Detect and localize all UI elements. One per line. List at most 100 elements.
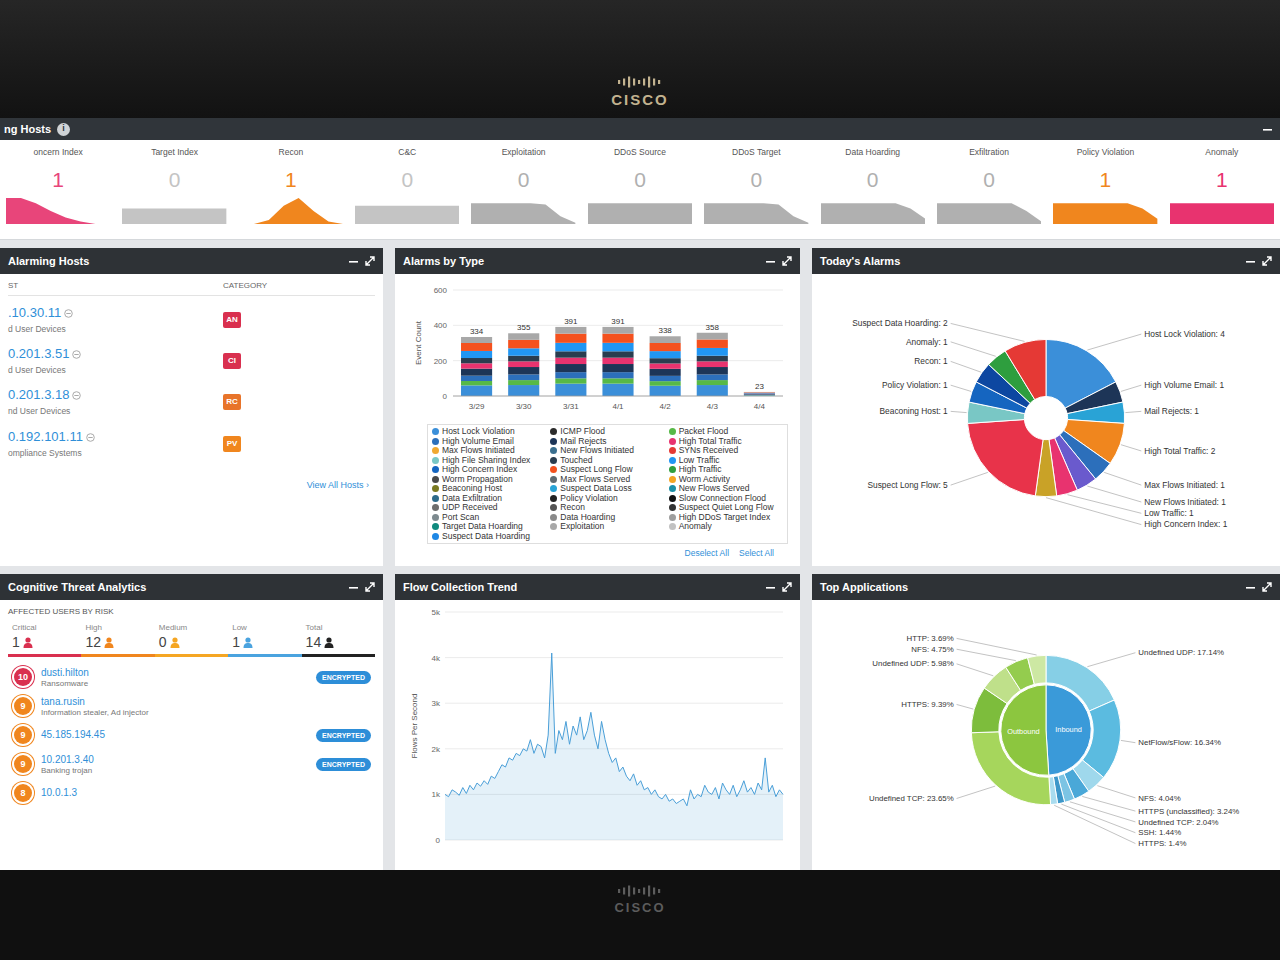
chart-slice[interactable]	[1028, 655, 1046, 684]
expand-icon[interactable]	[1262, 256, 1272, 266]
column-header[interactable]: ST	[8, 280, 223, 292]
minimize-icon[interactable]	[1263, 125, 1272, 134]
bar-segment[interactable]	[461, 369, 492, 376]
remove-icon[interactable]	[72, 350, 81, 359]
legend-item[interactable]: Exploitation	[550, 522, 664, 532]
bar-segment[interactable]	[650, 363, 681, 368]
bar-segment[interactable]	[650, 369, 681, 376]
metric-card[interactable]: Policy Violation1	[1047, 140, 1163, 239]
bar-segment[interactable]	[461, 376, 492, 381]
bar-segment[interactable]	[508, 361, 539, 367]
legend-item[interactable]: Slow Connection Flood	[669, 494, 783, 504]
chart-slice[interactable]	[971, 732, 1050, 805]
legend-item[interactable]: High Concern Index	[432, 465, 546, 475]
host-link[interactable]: 0.201.3.51	[8, 347, 69, 362]
bar-segment[interactable]	[602, 384, 633, 396]
bar-segment[interactable]	[602, 358, 633, 364]
legend-item[interactable]: UDP Received	[432, 503, 546, 513]
bar-segment[interactable]	[650, 381, 681, 386]
metric-card[interactable]: oncern Index1	[0, 140, 116, 239]
risk-stat[interactable]: Total14	[302, 622, 375, 657]
bar-segment[interactable]	[602, 334, 633, 343]
bar-segment[interactable]	[602, 343, 633, 351]
bar-segment[interactable]	[555, 327, 586, 334]
user-row[interactable]: 910.201.3.40Banking trojanENCRYPTED	[8, 750, 375, 779]
legend-item[interactable]: Mail Rejects	[550, 437, 664, 447]
legend-item[interactable]: Packet Flood	[669, 427, 783, 437]
risk-stat[interactable]: High12	[81, 622, 154, 657]
bar-segment[interactable]	[650, 343, 681, 351]
host-link[interactable]: 0.192.101.11	[8, 430, 83, 445]
bar-segment[interactable]	[461, 358, 492, 363]
bar-segment[interactable]	[555, 364, 586, 372]
legend-item[interactable]: Max Flows Initiated	[432, 446, 546, 456]
minimize-icon[interactable]	[349, 583, 358, 592]
bar-segment[interactable]	[555, 372, 586, 378]
bar-segment[interactable]	[650, 358, 681, 363]
metric-card[interactable]: C&C0	[349, 140, 465, 239]
risk-stat[interactable]: Medium0	[155, 622, 228, 657]
bar-segment[interactable]	[555, 343, 586, 351]
metric-card[interactable]: Anomaly1	[1164, 140, 1280, 239]
bar-segment[interactable]	[744, 393, 775, 394]
legend-item[interactable]: Target Data Hoarding	[432, 522, 546, 532]
bar-segment[interactable]	[555, 378, 586, 383]
bar-segment[interactable]	[555, 358, 586, 364]
legend-item[interactable]: Touched	[550, 456, 664, 466]
legend-item[interactable]: High DDoS Target Index	[669, 513, 783, 523]
bar-segment[interactable]	[555, 351, 586, 357]
bar-segment[interactable]	[461, 351, 492, 358]
user-row[interactable]: 10dusti.hiltonRansomwareENCRYPTED	[8, 663, 375, 692]
bar-segment[interactable]	[508, 380, 539, 385]
bar-segment[interactable]	[697, 348, 728, 356]
bar-segment[interactable]	[697, 361, 728, 367]
bar-segment[interactable]	[697, 374, 728, 380]
legend-item[interactable]: New Flows Initiated	[550, 446, 664, 456]
bar-segment[interactable]	[461, 337, 492, 343]
bar-segment[interactable]	[744, 394, 775, 395]
minimize-icon[interactable]	[1246, 583, 1255, 592]
bar-segment[interactable]	[508, 356, 539, 362]
legend-item[interactable]: High Traffic	[669, 465, 783, 475]
bar-segment[interactable]	[508, 385, 539, 396]
view-all-hosts-link[interactable]: View All Hosts ›	[8, 479, 375, 493]
bar-segment[interactable]	[650, 351, 681, 358]
user-row[interactable]: 945.185.194.45ENCRYPTED	[8, 721, 375, 750]
chart-slice[interactable]	[1005, 339, 1046, 399]
bar-segment[interactable]	[697, 385, 728, 396]
bar-segment[interactable]	[508, 374, 539, 380]
legend-item[interactable]: Low Traffic	[669, 456, 783, 466]
bar-segment[interactable]	[650, 386, 681, 396]
info-icon[interactable]: i	[57, 123, 70, 136]
bar-segment[interactable]	[602, 372, 633, 378]
bar-segment[interactable]	[461, 381, 492, 385]
bar-segment[interactable]	[744, 392, 775, 394]
host-link[interactable]: 0.201.3.18	[8, 388, 69, 403]
bar-segment[interactable]	[602, 364, 633, 372]
legend-item[interactable]: High File Sharing Index	[432, 456, 546, 466]
legend-item[interactable]: Worm Propagation	[432, 475, 546, 485]
legend-item[interactable]: Suspect Long Flow	[550, 465, 664, 475]
bar-segment[interactable]	[555, 334, 586, 343]
metric-card[interactable]: Recon1	[233, 140, 349, 239]
bar-segment[interactable]	[602, 351, 633, 357]
legend-item[interactable]: Recon	[550, 503, 664, 513]
bar-segment[interactable]	[697, 380, 728, 385]
remove-icon[interactable]	[72, 391, 81, 400]
bar-segment[interactable]	[697, 356, 728, 362]
legend-item[interactable]: High Total Traffic	[669, 437, 783, 447]
metric-card[interactable]: DDoS Source0	[582, 140, 698, 239]
remove-icon[interactable]	[64, 309, 73, 318]
bar-segment[interactable]	[508, 348, 539, 355]
remove-icon[interactable]	[86, 433, 95, 442]
legend-item[interactable]: Beaconing Host	[432, 484, 546, 494]
expand-icon[interactable]	[782, 582, 792, 592]
metric-card[interactable]: Exfiltration0	[931, 140, 1047, 239]
user-link[interactable]: tana.rusin	[41, 696, 149, 708]
expand-icon[interactable]	[782, 256, 792, 266]
bar-segment[interactable]	[461, 363, 492, 368]
host-link[interactable]: .10.30.11	[8, 306, 61, 321]
bar-segment[interactable]	[650, 336, 681, 343]
legend-item[interactable]: Host Lock Violation	[432, 427, 546, 437]
user-row[interactable]: 9tana.rusinInformation stealer, Ad injec…	[8, 692, 375, 721]
